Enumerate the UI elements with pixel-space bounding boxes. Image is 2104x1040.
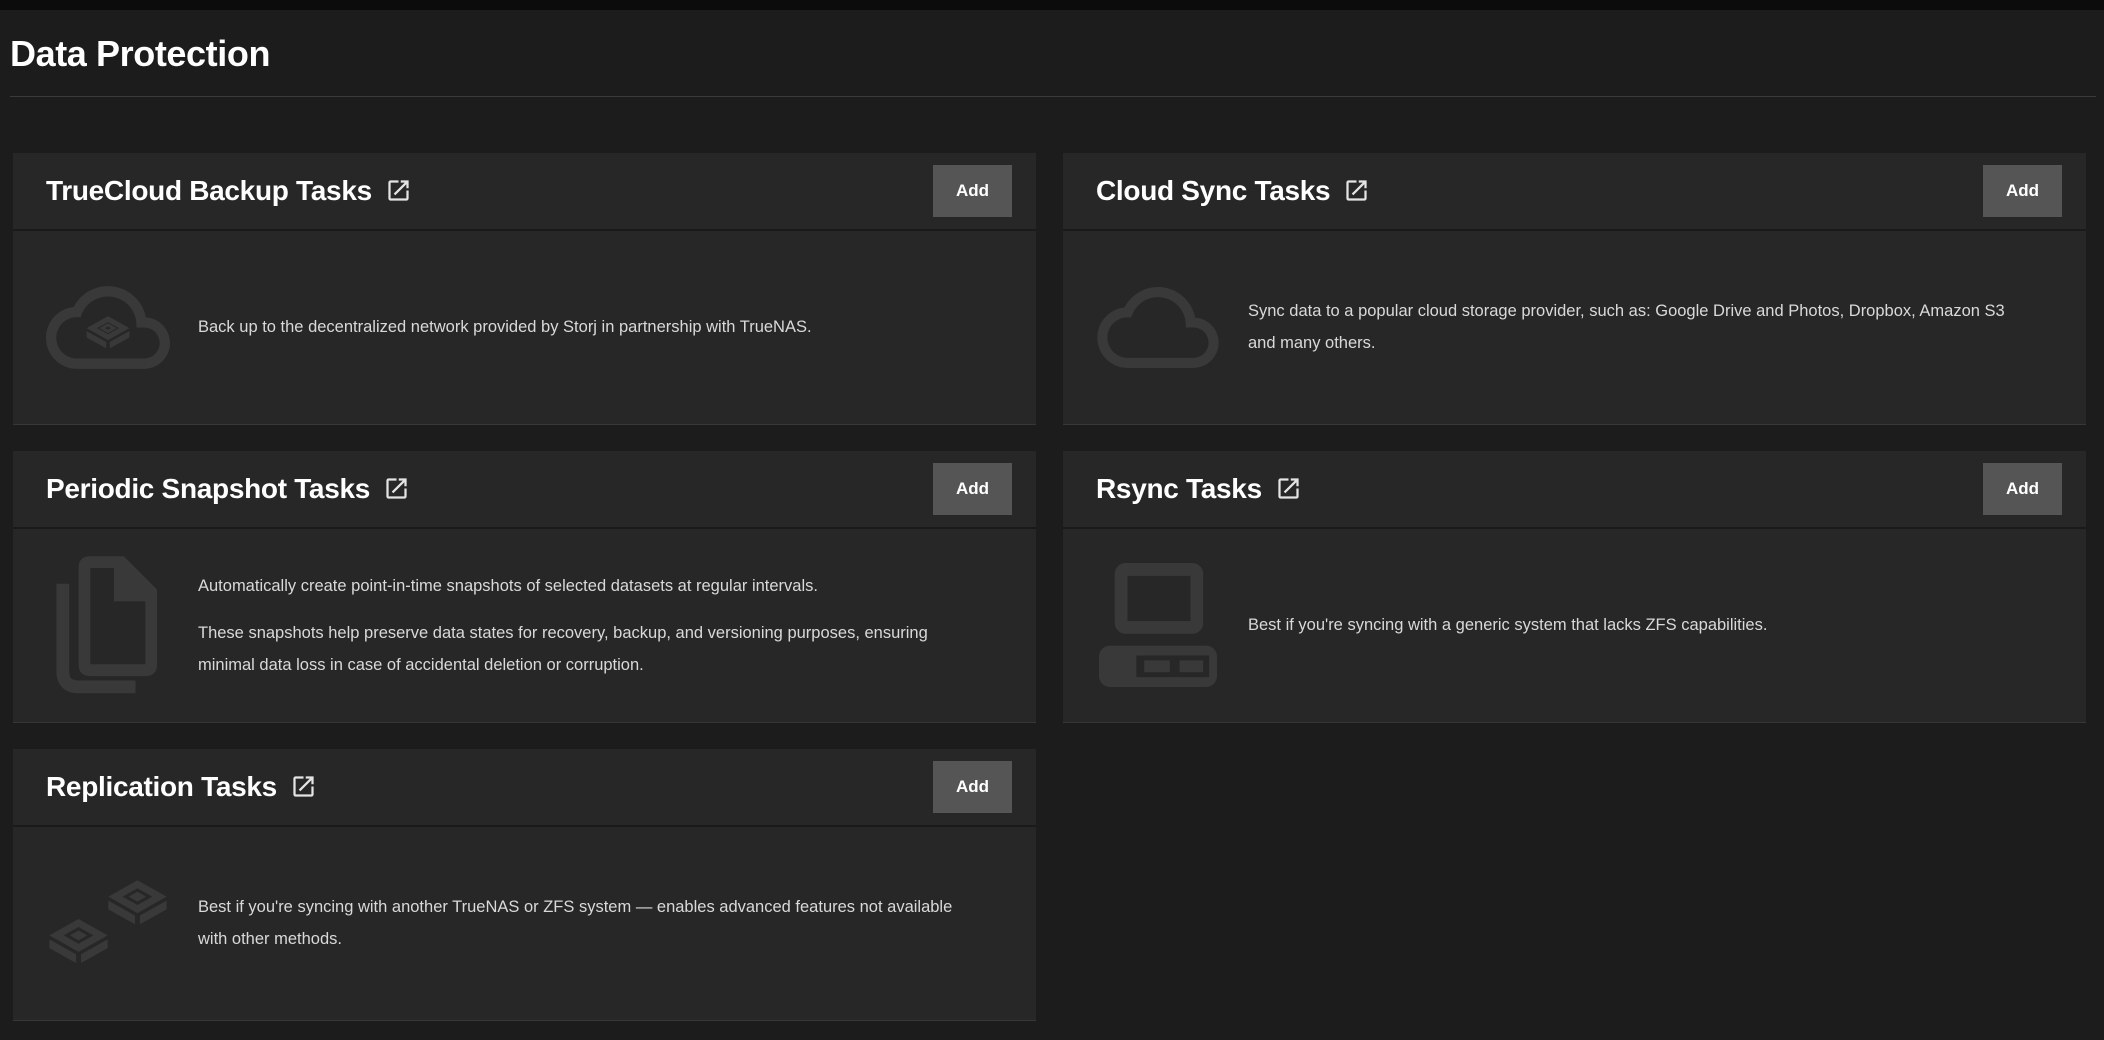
cards-grid: TrueCloud Backup Tasks Add Back up to th… — [0, 153, 2104, 1021]
card-body: Sync data to a popular cloud storage pro… — [1063, 231, 2086, 424]
card-cloud-sync: Cloud Sync Tasks Add Sync data to a popu… — [1063, 153, 2086, 425]
card-title: Rsync Tasks — [1096, 473, 1262, 505]
card-periodic-snapshot: Periodic Snapshot Tasks Add Automaticall… — [13, 451, 1036, 723]
add-button[interactable]: Add — [933, 165, 1012, 217]
card-header: Rsync Tasks Add — [1063, 451, 2086, 529]
card-description: Sync data to a popular cloud storage pro… — [1248, 295, 2013, 359]
add-button[interactable]: Add — [1983, 463, 2062, 515]
card-description-paragraph: Automatically create point-in-time snaps… — [198, 570, 963, 602]
card-description: Back up to the decentralized network pro… — [198, 311, 963, 343]
add-button[interactable]: Add — [933, 761, 1012, 813]
card-title: TrueCloud Backup Tasks — [46, 175, 372, 207]
card-header: Cloud Sync Tasks Add — [1063, 153, 2086, 231]
card-icon-wrap — [1096, 282, 1220, 373]
external-link-icon[interactable] — [290, 773, 317, 800]
title-divider — [10, 96, 2096, 97]
card-header: Periodic Snapshot Tasks Add — [13, 451, 1036, 529]
card-icon-wrap — [46, 555, 170, 695]
card-description-paragraph: Back up to the decentralized network pro… — [198, 311, 963, 343]
card-description-paragraph: Sync data to a popular cloud storage pro… — [1248, 295, 2013, 359]
card-description-paragraph: Best if you're syncing with another True… — [198, 891, 963, 955]
card-body: Best if you're syncing with a generic sy… — [1063, 529, 2086, 722]
external-link-icon[interactable] — [1275, 475, 1302, 502]
card-description-paragraph: Best if you're syncing with a generic sy… — [1248, 609, 2013, 641]
card-description-paragraph: These snapshots help preserve data state… — [198, 617, 963, 681]
card-truecloud-backup: TrueCloud Backup Tasks Add Back up to th… — [13, 153, 1036, 425]
rsync-computer-icon — [1099, 563, 1217, 687]
card-title: Cloud Sync Tasks — [1096, 175, 1330, 207]
card-body: Back up to the decentralized network pro… — [13, 231, 1036, 424]
external-link-icon[interactable] — [1343, 177, 1370, 204]
card-description: Automatically create point-in-time snaps… — [198, 570, 963, 681]
card-body: Automatically create point-in-time snaps… — [13, 529, 1036, 722]
storj-cloud-icon — [46, 281, 170, 374]
snapshots-pages-icon — [53, 555, 163, 695]
card-replication: Replication Tasks Add Best if you're syn… — [13, 749, 1036, 1021]
cloud-icon — [1097, 282, 1219, 373]
external-link-icon[interactable] — [383, 475, 410, 502]
page-title: Data Protection — [10, 34, 2104, 74]
card-description: Best if you're syncing with another True… — [198, 891, 963, 955]
card-icon-wrap — [1096, 563, 1220, 687]
replication-boxes-icon — [46, 876, 170, 970]
external-link-icon[interactable] — [385, 177, 412, 204]
card-header: TrueCloud Backup Tasks Add — [13, 153, 1036, 231]
add-button[interactable]: Add — [1983, 165, 2062, 217]
card-icon-wrap — [46, 876, 170, 970]
add-button[interactable]: Add — [933, 463, 1012, 515]
top-edge-strip — [0, 0, 2104, 10]
card-header: Replication Tasks Add — [13, 749, 1036, 827]
card-body: Best if you're syncing with another True… — [13, 827, 1036, 1020]
card-description: Best if you're syncing with a generic sy… — [1248, 609, 2013, 641]
card-icon-wrap — [46, 281, 170, 374]
card-title: Replication Tasks — [46, 771, 277, 803]
card-rsync: Rsync Tasks Add — [1063, 451, 2086, 723]
card-title: Periodic Snapshot Tasks — [46, 473, 370, 505]
